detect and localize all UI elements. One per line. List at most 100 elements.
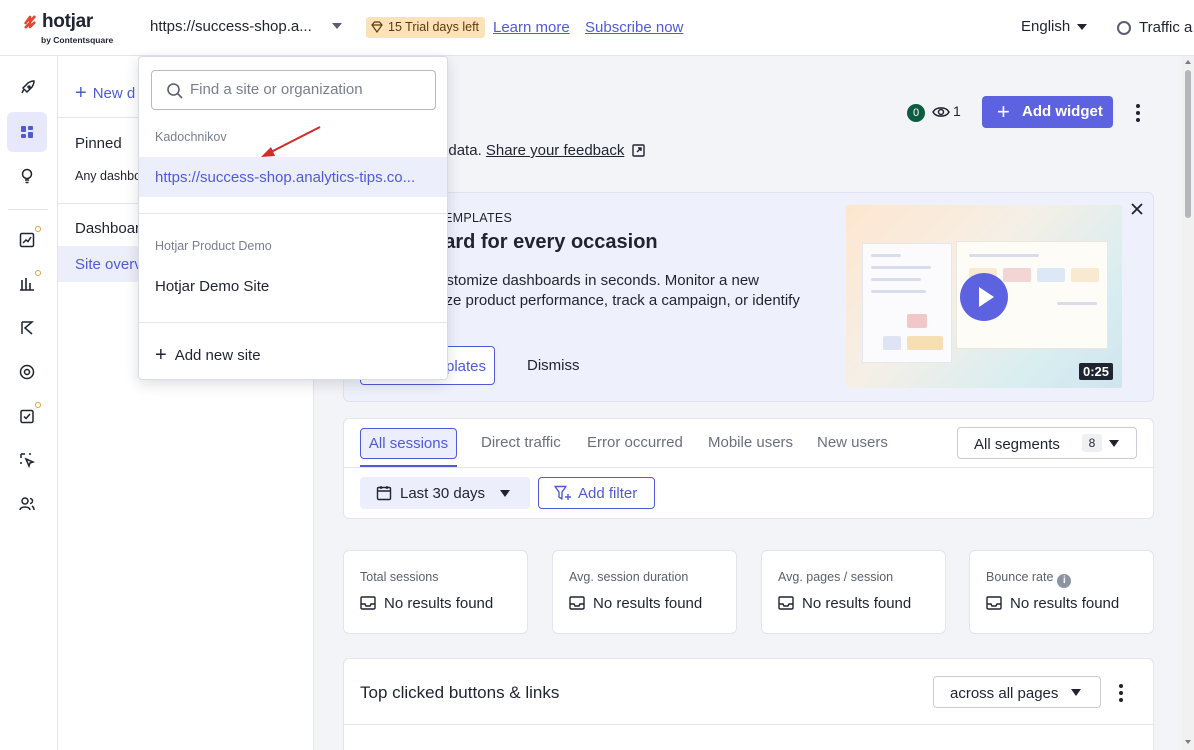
site-option-selected[interactable]: https://success-shop.analytics-tips.co..… <box>139 157 447 197</box>
lightbulb-icon[interactable] <box>7 156 47 196</box>
diamond-icon <box>371 21 383 33</box>
organization-label: Kadochnikov <box>155 130 227 144</box>
divider <box>344 467 1153 468</box>
kpi-value: No results found <box>593 595 703 612</box>
video-duration: 0:25 <box>1079 363 1114 380</box>
search-input[interactable] <box>190 81 425 98</box>
segments-dropdown[interactable]: All segments 8 <box>957 427 1137 459</box>
new-dashboard-button[interactable]: + New d <box>75 81 135 104</box>
annotation-arrow-icon <box>261 126 321 157</box>
chevron-down-icon <box>1071 689 1081 696</box>
viewers-count: 1 <box>953 103 961 119</box>
banner-title: oard for every occasion <box>432 231 658 253</box>
sidebar-item-label: Site overv <box>75 256 142 273</box>
date-range-label: Last 30 days <box>400 485 486 502</box>
status-badge: 0 <box>907 104 925 122</box>
feedback-icon[interactable] <box>7 352 47 392</box>
banner-eyebrow: EMPLATES <box>444 211 513 225</box>
eye-icon <box>932 107 950 117</box>
site-option-label: https://success-shop.analytics-tips.co..… <box>155 169 416 186</box>
new-dashboard-label: New d <box>92 85 136 102</box>
add-filter-button[interactable]: Add filter <box>538 477 655 509</box>
video-preview-sidebar <box>862 243 952 363</box>
add-new-site-button[interactable]: + Add new site <box>155 343 261 366</box>
plus-icon: + <box>155 344 167 366</box>
kpi-bounce-rate: Bounce rate i No results found <box>969 550 1154 634</box>
add-filter-label: Add filter <box>578 485 638 502</box>
learn-more-link[interactable]: Learn more <box>493 19 570 36</box>
trial-badge-label: 15 Trial days left <box>388 20 480 34</box>
language-selector[interactable]: English <box>1021 18 1070 35</box>
add-widget-button[interactable]: + Add widget <box>982 96 1113 128</box>
subscribe-now-link[interactable]: Subscribe now <box>585 19 683 36</box>
hotjar-logo[interactable]: hotjar by Contentsquare <box>22 11 132 47</box>
scroll-up-icon[interactable] <box>1185 60 1191 64</box>
tab-new-users[interactable]: New users <box>817 428 888 459</box>
surveys-icon[interactable] <box>7 396 47 436</box>
site-search[interactable] <box>151 70 436 110</box>
more-options-icon[interactable] <box>1136 104 1140 125</box>
dashboards-heading: Dashboar <box>75 220 141 237</box>
site-selector-dropdown: Kadochnikov https://success-shop.analyti… <box>138 56 448 380</box>
cursor-select-icon[interactable] <box>7 440 47 480</box>
plus-icon: + <box>75 82 87 104</box>
scroll-down-icon[interactable] <box>1185 740 1191 744</box>
pinned-empty-text: Any dashbo <box>75 169 142 183</box>
filters-panel: All sessions Direct traffic Error occurr… <box>343 418 1154 519</box>
tab-mobile-users[interactable]: Mobile users <box>708 428 793 459</box>
site-selector[interactable]: https://success-shop.a... <box>150 18 312 35</box>
chevron-down-icon <box>500 490 510 497</box>
logo-subtitle: by Contentsquare <box>41 35 114 45</box>
inbox-icon <box>986 596 1002 610</box>
site-option-demo[interactable]: Hotjar Demo Site <box>155 278 269 295</box>
widget-title: Top clicked buttons & links <box>360 683 560 702</box>
add-widget-label: Add widget <box>1022 103 1103 120</box>
divider <box>139 213 447 214</box>
scroll-thumb[interactable] <box>1185 70 1191 218</box>
kpi-title: Bounce rate i <box>986 570 1072 588</box>
traffic-status[interactable]: Traffic a <box>1139 19 1192 36</box>
date-range-button[interactable]: Last 30 days <box>360 477 530 509</box>
tab-error-occurred[interactable]: Error occurred <box>587 428 683 459</box>
chevron-down-icon[interactable] <box>332 23 342 29</box>
close-icon[interactable] <box>1129 201 1145 217</box>
banner-text: ustomize dashboards in seconds. Monitor … <box>438 271 838 311</box>
tab-all-sessions[interactable]: All sessions <box>360 428 457 459</box>
left-rail <box>0 56 58 750</box>
traffic-status-icon <box>1117 21 1131 35</box>
more-options-icon[interactable] <box>1119 684 1123 705</box>
kpi-value: No results found <box>802 595 912 612</box>
users-icon[interactable] <box>7 484 47 524</box>
inbox-icon <box>778 596 794 610</box>
heatmaps-icon[interactable] <box>7 264 47 304</box>
trends-icon[interactable] <box>7 220 47 260</box>
notification-dot <box>35 226 41 232</box>
tab-direct-traffic[interactable]: Direct traffic <box>481 428 561 459</box>
play-icon[interactable] <box>960 273 1008 321</box>
dashboard-icon[interactable] <box>7 112 47 152</box>
inbox-icon <box>360 596 376 610</box>
notification-dot <box>35 270 41 276</box>
inbox-icon <box>569 596 585 610</box>
rail-divider <box>8 209 48 210</box>
segments-label: All segments <box>974 436 1060 453</box>
templates-banner: EMPLATES oard for every occasion ustomiz… <box>343 192 1154 402</box>
recordings-icon[interactable] <box>7 308 47 348</box>
scrollbar[interactable] <box>1182 56 1194 750</box>
external-link-icon[interactable] <box>631 144 645 157</box>
calendar-icon <box>376 486 392 501</box>
top-bar: hotjar by Contentsquare https://success-… <box>0 0 1194 56</box>
pages-scope-dropdown[interactable]: across all pages <box>933 676 1101 708</box>
rocket-icon[interactable] <box>7 68 47 108</box>
video-thumbnail[interactable]: 0:25 <box>846 205 1122 388</box>
kpi-value: No results found <box>1010 595 1120 612</box>
chevron-down-icon[interactable] <box>1077 24 1087 30</box>
trial-badge: 15 Trial days left <box>366 17 486 38</box>
add-new-site-label: Add new site <box>174 347 261 364</box>
top-clicked-widget: Top clicked buttons & links across all p… <box>343 658 1154 750</box>
kpi-total-sessions: Total sessions No results found <box>343 550 528 634</box>
info-icon[interactable]: i <box>1057 574 1072 588</box>
dismiss-button[interactable]: Dismiss <box>527 357 580 374</box>
share-feedback-link[interactable]: Share your feedback <box>486 142 624 159</box>
divider <box>344 724 1153 725</box>
